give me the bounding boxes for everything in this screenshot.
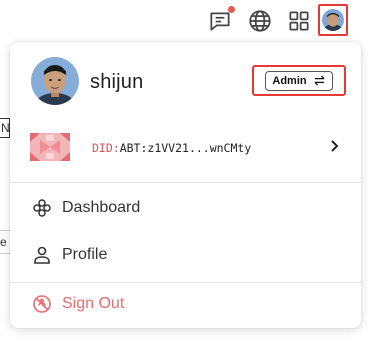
role-switch-button[interactable]: Admin (252, 65, 346, 96)
menu-label-profile: Profile (62, 246, 108, 263)
menu-label-dashboard: Dashboard (62, 199, 141, 216)
user-header: shijun Admin (10, 42, 361, 122)
did-row[interactable]: DID:ABT:z1VV21...wnCMty (10, 126, 361, 170)
apps-grid-icon[interactable] (286, 8, 312, 34)
avatar (322, 9, 344, 31)
divider (10, 182, 361, 183)
did-avatar-icon (30, 133, 70, 161)
user-avatar (31, 57, 79, 105)
did-prefix: DID: (92, 141, 120, 155)
user-menu-panel: shijun Admin DID:ABT:z1VV21...wnCMty Das… (10, 42, 361, 328)
menu-item-dashboard[interactable]: Dashboard (10, 186, 361, 230)
role-switch-inner: Admin (265, 70, 333, 91)
notification-dot (228, 6, 235, 13)
person-icon (32, 245, 52, 265)
chevron-right-icon (331, 140, 339, 152)
avatar-button[interactable] (318, 4, 348, 36)
menu-label-sign-out: Sign Out (62, 295, 125, 312)
top-bar (0, 0, 378, 42)
sign-out-button[interactable]: Sign Out (10, 282, 361, 326)
globe-icon[interactable] (247, 8, 273, 34)
did-address: DID:ABT:z1VV21...wnCMty (92, 141, 251, 155)
chat-icon[interactable] (207, 6, 235, 34)
background-fragment: N (0, 118, 10, 138)
swap-icon (313, 75, 326, 86)
menu-item-profile[interactable]: Profile (10, 233, 361, 277)
dashboard-icon (32, 198, 52, 218)
sign-out-icon (32, 294, 52, 314)
did-value: ABT:z1VV21...wnCMty (119, 141, 252, 155)
username: shijun (90, 71, 144, 93)
role-label: Admin (272, 74, 307, 87)
